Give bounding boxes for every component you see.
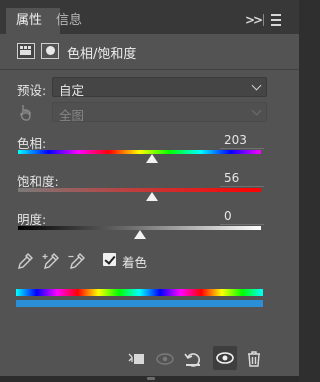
hue-value-underline — [220, 148, 264, 149]
colorize-checkbox[interactable] — [103, 253, 116, 266]
tab-bar-divider — [263, 14, 264, 26]
tab-bar: 属性 信息 >> — [0, 0, 299, 34]
eyedropper-add-icon[interactable] — [42, 252, 60, 270]
channel-value: 全图 — [59, 108, 85, 123]
result-color-bar — [16, 300, 263, 307]
eyedropper-icon[interactable] — [16, 252, 34, 270]
panel-title: 色相/饱和度 — [67, 47, 137, 62]
lightness-slider-thumb[interactable] — [133, 230, 146, 239]
clip-to-layer-icon[interactable] — [127, 349, 147, 369]
adjustment-layer-icon[interactable] — [17, 43, 35, 59]
saturation-value[interactable]: 56 — [224, 171, 266, 185]
targeted-adjustment-hand-icon[interactable] — [17, 104, 33, 126]
chevron-down-icon — [251, 80, 262, 91]
preset-label: 预设: — [17, 83, 47, 98]
reset-icon[interactable] — [183, 349, 203, 369]
tab-info[interactable]: 信息 — [46, 8, 92, 34]
preset-value: 自定 — [59, 83, 85, 98]
trash-icon[interactable] — [244, 349, 264, 369]
layer-mask-icon[interactable] — [41, 43, 59, 59]
channel-select[interactable]: 全图 — [52, 102, 267, 123]
hue-slider-thumb[interactable] — [145, 154, 158, 163]
view-previous-state-icon[interactable] — [155, 349, 175, 369]
saturation-slider-thumb[interactable] — [145, 192, 158, 201]
header-divider — [0, 69, 299, 70]
toggle-visibility-button[interactable] — [213, 346, 237, 370]
source-color-bar — [16, 289, 263, 296]
eye-icon — [216, 352, 234, 364]
saturation-value-underline — [220, 186, 264, 187]
saturation-slider-track[interactable] — [18, 188, 261, 192]
chevron-down-icon — [251, 105, 262, 116]
lightness-value[interactable]: 0 — [224, 209, 266, 223]
colorize-label: 着色 — [122, 255, 148, 270]
hue-value[interactable]: 203 — [224, 133, 266, 147]
properties-panel: 属性 信息 >> 色相/饱和度 预设: 自定 全图 色相: 203 饱和度: 5… — [0, 0, 299, 382]
panel-menu-icon[interactable] — [271, 14, 281, 29]
panel-footer — [0, 376, 299, 382]
eyedropper-subtract-icon[interactable] — [68, 252, 86, 270]
resize-grip[interactable] — [147, 377, 155, 380]
lightness-value-underline — [220, 224, 264, 225]
preset-select[interactable]: 自定 — [52, 77, 267, 98]
collapse-panel-icon[interactable]: >> — [245, 13, 263, 27]
hue-slider-track[interactable] — [18, 150, 261, 154]
